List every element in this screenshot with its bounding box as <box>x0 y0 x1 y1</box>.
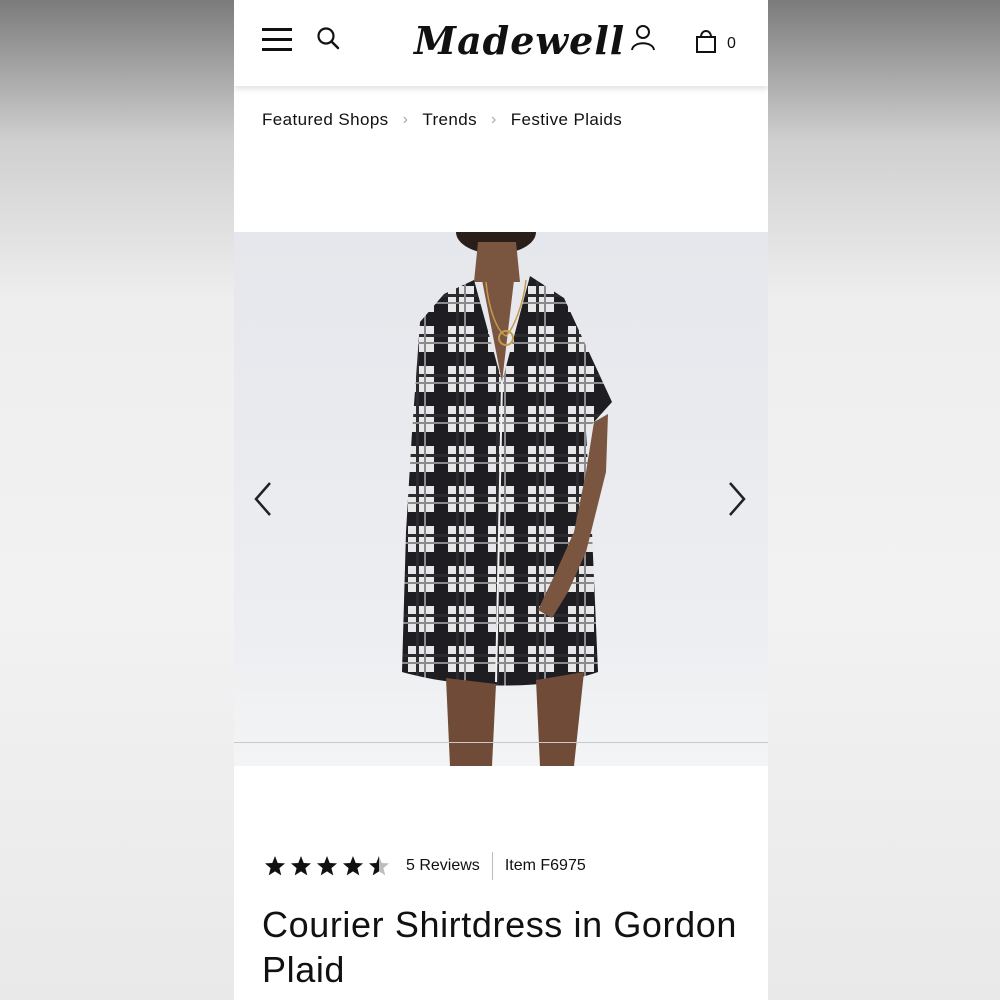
product-title: Courier Shirtdress in Gordon Plaid <box>262 904 737 990</box>
account-icon[interactable] <box>630 24 656 57</box>
star-icon <box>342 856 364 876</box>
star-icon <box>316 856 338 876</box>
search-icon[interactable] <box>316 26 342 57</box>
shopping-bag-icon[interactable] <box>694 28 718 59</box>
star-icon <box>290 856 312 876</box>
product-image-carousel[interactable] <box>234 232 768 766</box>
item-number: Item F6975 <box>504 857 586 874</box>
madewell-logo[interactable]: Madewell <box>414 16 624 66</box>
breadcrumb-trends[interactable]: Trends <box>422 110 477 130</box>
chevron-right-icon: › <box>491 111 497 128</box>
star-icon <box>264 856 286 876</box>
chevron-right-icon[interactable] <box>726 480 748 523</box>
breadcrumb: Featured Shops › Trends › Festive Plaids <box>262 110 622 130</box>
chevron-left-icon[interactable] <box>252 480 274 523</box>
site-header: Madewell 0 <box>234 0 768 86</box>
breadcrumb-featured-shops[interactable]: Featured Shops <box>262 110 389 130</box>
floor-line <box>234 742 768 743</box>
menu-icon[interactable] <box>262 28 292 52</box>
star-rating[interactable] <box>262 855 392 877</box>
star-icon <box>368 856 390 876</box>
chevron-right-icon: › <box>402 111 409 128</box>
reviews-link[interactable]: 5 Reviews <box>406 857 480 875</box>
cart-count[interactable]: 0 <box>727 35 736 53</box>
product-photo <box>402 232 612 766</box>
rating-row: 5 Reviews Item F6975 <box>262 852 586 880</box>
divider <box>491 852 493 880</box>
breadcrumb-festive-plaids[interactable]: Festive Plaids <box>511 110 622 130</box>
phone-viewport: Madewell 0 Featured Shops › Trends › Fes… <box>234 0 768 1000</box>
